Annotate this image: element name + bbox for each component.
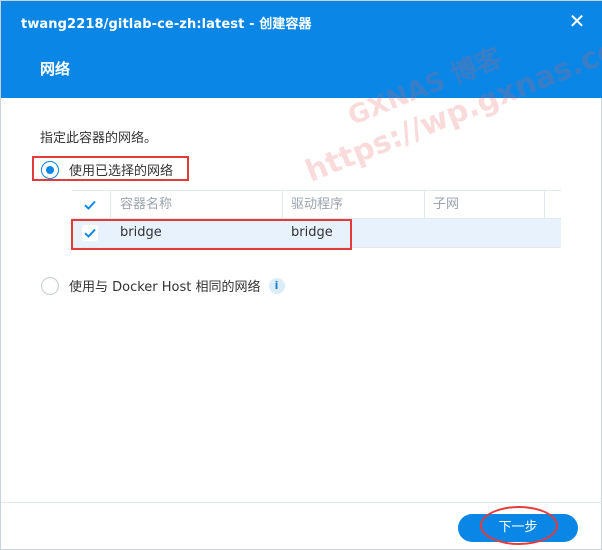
info-icon[interactable]: i (268, 277, 285, 294)
table-header: 容器名称 驱动程序 子网 (72, 190, 561, 219)
window-title: twang2218/gitlab-ce-zh:latest - 创建容器 (21, 17, 312, 32)
annotation-highlight-ellipse (480, 506, 558, 545)
close-icon[interactable]: ✕ (567, 11, 587, 31)
column-header-subnet[interactable]: 子网 (433, 191, 459, 219)
footer-divider (1, 502, 602, 503)
column-divider (544, 191, 545, 219)
radio-button-unchecked[interactable] (41, 276, 59, 295)
create-container-dialog: twang2218/gitlab-ce-zh:latest - 创建容器 ✕ 网… (0, 0, 602, 550)
column-divider (282, 191, 283, 219)
column-header-container-name[interactable]: 容器名称 (120, 191, 172, 219)
column-divider (110, 191, 111, 219)
page-description: 指定此容器的网络。 (40, 131, 158, 146)
column-header-driver[interactable]: 驱动程序 (291, 191, 343, 219)
select-all-checkbox[interactable] (82, 197, 98, 213)
page-title: 网络 (40, 60, 71, 78)
radio-label-docker-host-network: 使用与 Docker Host 相同的网络 (69, 280, 261, 295)
annotation-highlight-box (32, 156, 189, 181)
column-divider (424, 191, 425, 219)
annotation-highlight-box (71, 219, 352, 250)
radio-option-docker-host-network[interactable]: 使用与 Docker Host 相同的网络 i (41, 276, 285, 295)
dialog-header: twang2218/gitlab-ce-zh:latest - 创建容器 ✕ 网… (1, 1, 602, 98)
